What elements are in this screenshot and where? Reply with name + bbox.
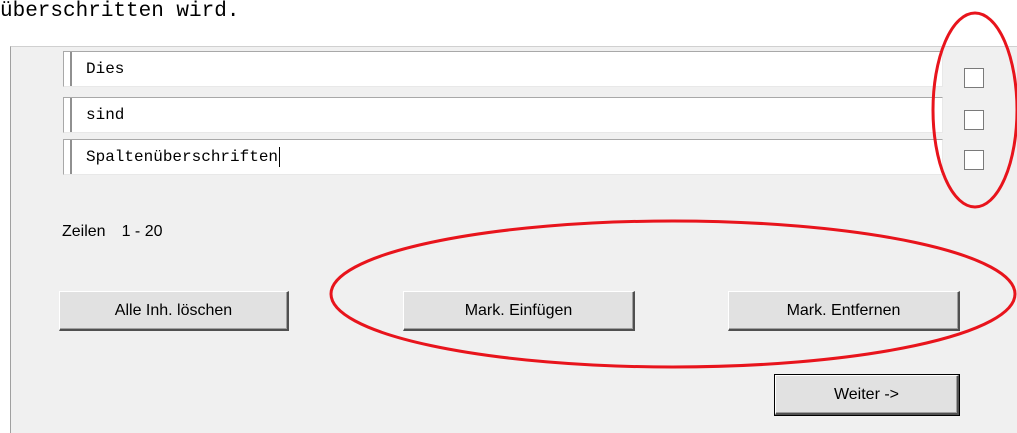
rows-range: 1 - 20 <box>121 223 163 240</box>
header-field-1[interactable]: Dies <box>63 51 943 87</box>
clear-all-button[interactable]: Alle Inh. löschen <box>59 291 289 331</box>
rows-info: Zeilen 1 - 20 <box>62 223 179 241</box>
header-checkbox-1[interactable] <box>964 68 984 88</box>
insert-marks-button[interactable]: Mark. Einfügen <box>403 291 635 331</box>
header-field-1-value[interactable]: Dies <box>70 52 942 86</box>
remove-marks-button[interactable]: Mark. Entfernen <box>728 291 960 331</box>
header-field-2-value[interactable]: sind <box>70 98 942 132</box>
header-field-3-value[interactable]: Spaltenüberschriften <box>86 148 278 166</box>
caption-text: überschritten wird. <box>0 0 240 23</box>
header-checkbox-3[interactable] <box>964 150 984 170</box>
header-checkbox-2[interactable] <box>964 110 984 130</box>
rows-label: Zeilen <box>62 223 106 240</box>
header-field-3-container[interactable]: Spaltenüberschriften <box>70 140 942 174</box>
header-field-3[interactable]: Spaltenüberschriften <box>63 139 943 175</box>
next-button[interactable]: Weiter -> <box>774 374 960 416</box>
text-caret <box>279 146 281 167</box>
header-field-2[interactable]: sind <box>63 97 943 133</box>
column-header-dialog: Dies sind Spaltenüberschriften Zeilen 1 -… <box>10 46 1017 433</box>
